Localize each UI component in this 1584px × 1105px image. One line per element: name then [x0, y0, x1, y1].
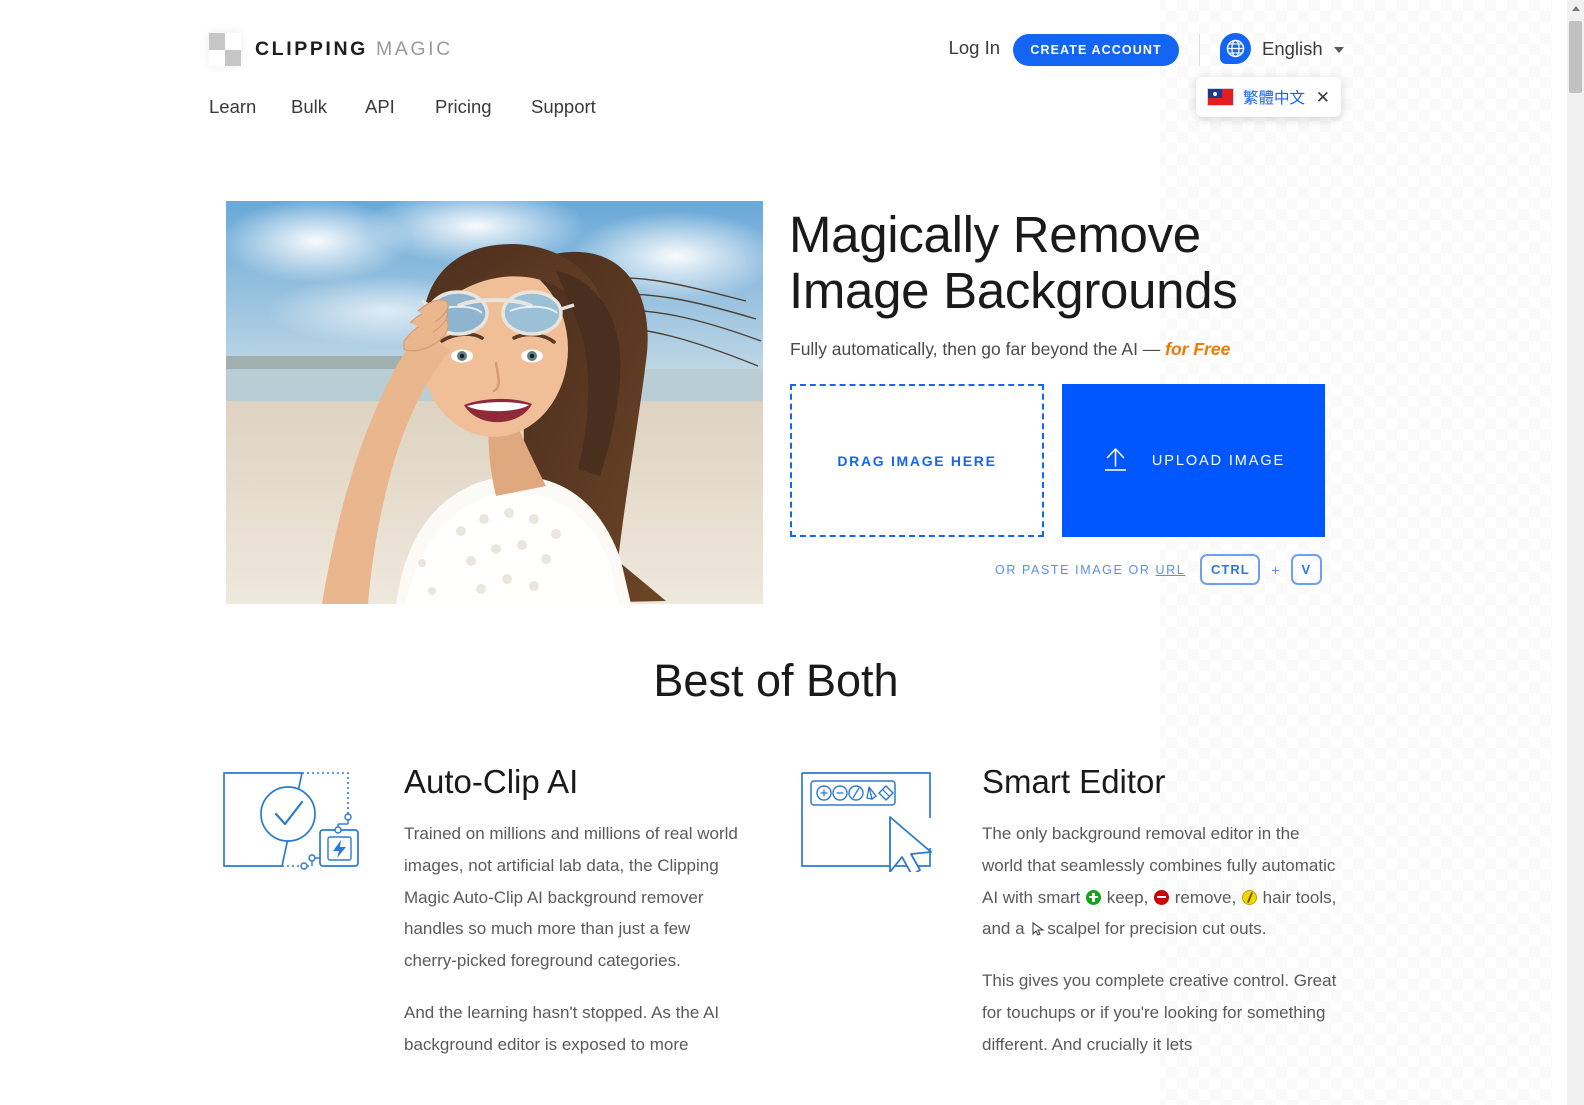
scalpel-cursor-icon	[1031, 915, 1045, 937]
taiwan-flag-icon	[1207, 88, 1234, 106]
nav-item-learn[interactable]: Learn	[209, 96, 291, 118]
create-account-button[interactable]: CREATE ACCOUNT	[1013, 34, 1179, 66]
key-ctrl: CTRL	[1200, 554, 1261, 585]
section-title: Best of Both	[653, 655, 899, 706]
nav-item-api[interactable]: API	[365, 96, 435, 118]
chevron-down-icon[interactable]	[1333, 47, 1344, 53]
hero-subtitle: Fully automatically, then go far beyond …	[790, 339, 1230, 360]
language-suggestion-popup[interactable]: 繁體中文 ✕	[1196, 77, 1341, 117]
upload-arrow-icon	[1102, 446, 1129, 476]
login-link[interactable]: Log In	[949, 37, 1000, 59]
checkerboard-logo-icon	[209, 33, 241, 66]
feature-paragraph-2: And the learning hasn't stopped. As the …	[404, 1002, 720, 1054]
dropzone-label: DRAG IMAGE HERE	[837, 452, 997, 469]
paste-hint-text: OR PASTE IMAGE OR URL	[995, 563, 1185, 577]
scroll-up-arrow-icon[interactable]	[1567, 0, 1584, 17]
nav-item-pricing[interactable]: Pricing	[435, 96, 531, 118]
auto-clip-ai-icon	[220, 762, 364, 872]
feature-paragraph-2: This gives you complete creative control…	[982, 971, 1337, 1054]
upload-button-label: UPLOAD IMAGE	[1151, 452, 1286, 469]
logo-text-light: MAGIC	[375, 38, 453, 60]
key-plus: +	[1271, 561, 1280, 578]
paste-url-link[interactable]: URL	[1156, 563, 1186, 577]
keep-plus-icon	[1085, 889, 1101, 905]
hero-title: Magically Remove Image Backgrounds	[789, 207, 1349, 319]
globe-speech-bubble-icon	[1220, 33, 1251, 64]
nav-item-support[interactable]: Support	[531, 96, 621, 118]
smart-editor-remove-label: remove,	[1174, 887, 1237, 907]
language-current-label: English	[1262, 37, 1323, 59]
header-divider	[1199, 34, 1200, 66]
nav-item-bulk[interactable]: Bulk	[291, 96, 365, 118]
paste-hint-row: OR PASTE IMAGE OR URL CTRL + V	[995, 554, 1323, 585]
language-suggestion-label[interactable]: 繁體中文	[1243, 86, 1307, 108]
vertical-scrollbar[interactable]	[1567, 0, 1584, 1105]
smart-editor-icon	[798, 762, 942, 876]
feature-title: Smart Editor	[982, 763, 1166, 800]
paste-hint-prefix: OR PASTE IMAGE OR	[995, 562, 1156, 577]
hair-tool-icon	[1241, 889, 1257, 905]
page-right-margin	[1552, 0, 1567, 1105]
logo-text-strong: CLIPPING	[255, 38, 368, 60]
hero-subtitle-prefix: Fully automatically, then go far beyond …	[790, 339, 1166, 359]
feature-paragraph-1: Trained on millions and millions of real…	[404, 824, 738, 971]
feature-body: Auto-Clip AI Trained on millions and mil…	[404, 762, 744, 1061]
smart-editor-scalpel-label: scalpel for precision cut outs.	[1047, 919, 1267, 939]
feature-title: Auto-Clip AI	[404, 763, 579, 800]
hero-title-line1: Magically Remove	[789, 206, 1201, 263]
site-logo[interactable]: CLIPPING MAGIC	[209, 33, 453, 66]
page-content: CLIPPING MAGIC Learn Bulk API Pricing Su…	[0, 0, 1567, 1105]
main-nav[interactable]: Learn Bulk API Pricing Support	[209, 96, 621, 118]
hero-title-line2: Image Backgrounds	[789, 262, 1238, 319]
feature-body: Smart Editor The only background removal…	[982, 762, 1337, 1061]
scrollbar-thumb[interactable]	[1569, 21, 1582, 93]
remove-minus-icon	[1154, 889, 1170, 905]
upload-image-button[interactable]: UPLOAD IMAGE	[1062, 384, 1325, 537]
hero-subtitle-highlight: for Free	[1165, 339, 1231, 359]
drag-image-dropzone[interactable]: DRAG IMAGE HERE	[790, 384, 1044, 537]
logo-text: CLIPPING MAGIC	[255, 38, 453, 61]
key-v: V	[1290, 554, 1323, 585]
smart-editor-keep-label: keep,	[1106, 887, 1149, 907]
language-picker[interactable]: English	[1220, 33, 1344, 64]
close-icon[interactable]: ✕	[1316, 89, 1330, 106]
feature-paragraph-1: The only background removal editor in th…	[982, 818, 1337, 945]
hero-image	[226, 201, 763, 604]
